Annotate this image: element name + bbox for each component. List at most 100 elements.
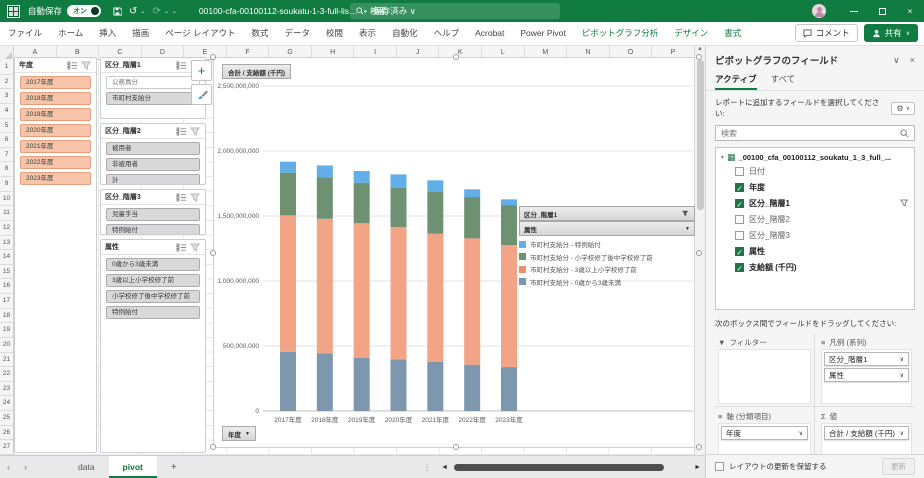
row-header-13[interactable]: 13	[0, 236, 13, 251]
slicer-item-2017年度[interactable]: 2017年度	[20, 76, 91, 89]
chart-handle-w[interactable]	[210, 250, 216, 256]
slicer-item-特例給付[interactable]: 特例給付	[106, 306, 200, 319]
bar-segment[interactable]	[354, 223, 370, 357]
chart-axis-field-button[interactable]: 年度 ▼	[222, 426, 256, 441]
ribbon-tab-ホーム[interactable]: ホーム	[50, 22, 91, 45]
scroll-up-icon[interactable]: ▲	[695, 46, 705, 52]
row-header-22[interactable]: 22	[0, 367, 13, 382]
field-row-年度[interactable]: ✓年度	[721, 179, 909, 195]
bar-segment[interactable]	[427, 180, 443, 192]
row-header-1[interactable]: 1	[0, 60, 13, 75]
legend-field-button-属性[interactable]: 属性▼	[519, 221, 695, 236]
row-header-12[interactable]: 12	[0, 221, 13, 236]
chart-elements-button[interactable]: +	[191, 60, 212, 81]
row-header-27[interactable]: 27	[0, 440, 13, 455]
scrollbar-splitter[interactable]: ⋮	[417, 463, 437, 472]
panel-collapse-icon[interactable]: ∨	[893, 55, 900, 66]
slicer-item-0歳から3歳未満[interactable]: 0歳から3歳未満	[106, 258, 200, 271]
slicer-属性[interactable]: 属性 0歳から3歳未満3歳以上小学校修了前小学校修了後中学校修了前特例給付	[100, 239, 206, 453]
row-header-6[interactable]: 6	[0, 133, 13, 148]
sheet-tab-data[interactable]: data	[64, 456, 109, 478]
bar-segment[interactable]	[464, 197, 480, 238]
row-header-20[interactable]: 20	[0, 338, 13, 353]
multiselect-icon[interactable]	[176, 193, 187, 202]
row-header-16[interactable]: 16	[0, 279, 13, 294]
ribbon-tab-自動化[interactable]: 自動化	[384, 22, 426, 45]
scroll-left-icon[interactable]: ◄	[437, 464, 452, 471]
row-header-7[interactable]: 7	[0, 148, 13, 163]
field-checkbox[interactable]	[735, 167, 744, 176]
chart-handle-se[interactable]	[696, 444, 702, 450]
slicer-区分_階層3[interactable]: 区分_階層3 児童手当特例給付	[100, 189, 206, 235]
bar-segment[interactable]	[391, 227, 407, 359]
field-row-支給額 (千円)[interactable]: ✓支給額 (千円)	[721, 259, 909, 275]
chart-handle-ne[interactable]	[696, 54, 702, 60]
clear-filter-icon[interactable]	[190, 193, 201, 202]
field-row-属性[interactable]: ✓属性	[721, 243, 909, 259]
chart-handle-nw[interactable]	[210, 54, 216, 60]
slicer-item-2023年度[interactable]: 2023年度	[20, 172, 91, 185]
row-header-21[interactable]: 21	[0, 353, 13, 368]
ribbon-tab-ファイル[interactable]: ファイル	[0, 22, 50, 45]
close-button[interactable]: ×	[896, 0, 924, 22]
chart-handle-s[interactable]	[453, 444, 459, 450]
bar-segment[interactable]	[354, 171, 370, 183]
field-checkbox[interactable]: ✓	[735, 263, 744, 272]
area-pill-年度[interactable]: 年度∨	[721, 426, 808, 440]
area-dropzone-legend[interactable]: 区分_階層1∨属性∨	[821, 349, 912, 404]
row-header-17[interactable]: 17	[0, 294, 13, 309]
slicer-item-非被用者[interactable]: 非被用者	[106, 158, 200, 171]
chart-handle-n[interactable]	[453, 54, 459, 60]
bar-segment[interactable]	[354, 358, 370, 411]
bar-segment[interactable]	[501, 367, 517, 411]
bar-segment[interactable]	[317, 219, 333, 354]
ribbon-tab-描画[interactable]: 描画	[124, 22, 157, 45]
row-header-2[interactable]: 2	[0, 75, 13, 90]
vertical-scroll-thumb[interactable]	[697, 60, 704, 210]
area-pill-属性[interactable]: 属性∨	[824, 368, 909, 382]
row-header-23[interactable]: 23	[0, 382, 13, 397]
qat-more-icon[interactable]: ⌄	[172, 8, 177, 15]
field-search-input[interactable]: 検索	[715, 125, 915, 141]
bar-segment[interactable]	[280, 352, 296, 411]
scroll-right-icon[interactable]: ►	[690, 464, 705, 471]
field-row-区分_階層3[interactable]: 区分_階層3	[721, 227, 909, 243]
panel-close-icon[interactable]: ×	[910, 55, 915, 65]
bar-segment[interactable]	[280, 173, 296, 216]
row-header-10[interactable]: 10	[0, 192, 13, 207]
slicer-item-被用者[interactable]: 被用者	[106, 142, 200, 155]
horizontal-scroll-thumb[interactable]	[454, 464, 664, 471]
row-header-11[interactable]: 11	[0, 206, 13, 221]
slicer-item-公務員分[interactable]: 公務員分	[106, 76, 200, 89]
chart-legend[interactable]: 区分_階層1属性▼ 市町村支給分 - 特例給付市町村支給分 - 小学校修了後中学…	[519, 206, 695, 287]
slicer-item-2018年度[interactable]: 2018年度	[20, 92, 91, 105]
sheet-tab-pivot[interactable]: pivot	[109, 456, 157, 478]
ribbon-contextual-tab-書式[interactable]: 書式	[716, 22, 749, 45]
multiselect-icon[interactable]	[176, 61, 187, 70]
pivot-chart[interactable]: 合計 / 支給額 (千円) 0500,000,0001,000,000,0001…	[213, 57, 700, 448]
area-pill-合計 / 支給額 (千円)[interactable]: 合計 / 支給額 (千円)∨	[824, 426, 909, 440]
bar-segment[interactable]	[391, 359, 407, 411]
bar-segment[interactable]	[427, 362, 443, 411]
ribbon-tab-表示[interactable]: 表示	[351, 22, 384, 45]
field-checkbox[interactable]	[735, 231, 744, 240]
row-header-4[interactable]: 4	[0, 104, 13, 119]
row-header-24[interactable]: 24	[0, 396, 13, 411]
multiselect-icon[interactable]	[67, 61, 78, 70]
slicer-item-2019年度[interactable]: 2019年度	[20, 108, 91, 121]
ribbon-tab-ページ レイアウト[interactable]: ページ レイアウト	[157, 22, 243, 45]
bar-segment[interactable]	[280, 162, 296, 173]
chart-value-field-button[interactable]: 合計 / 支給額 (千円)	[222, 64, 291, 79]
row-header-15[interactable]: 15	[0, 265, 13, 280]
multiselect-icon[interactable]	[176, 127, 187, 136]
chart-styles-button[interactable]	[191, 84, 212, 105]
field-row-日付[interactable]: 日付	[721, 163, 909, 179]
field-row-区分_階層2[interactable]: 区分_階層2	[721, 211, 909, 227]
row-header-8[interactable]: 8	[0, 162, 13, 177]
clear-filter-icon[interactable]	[81, 61, 92, 70]
slicer-item-2022年度[interactable]: 2022年度	[20, 156, 91, 169]
ribbon-contextual-tab-ピボットグラフ分析[interactable]: ピボットグラフ分析	[574, 22, 667, 45]
ribbon-tab-校閲[interactable]: 校閲	[318, 22, 351, 45]
multiselect-icon[interactable]	[176, 243, 187, 252]
bar-segment[interactable]	[464, 238, 480, 364]
